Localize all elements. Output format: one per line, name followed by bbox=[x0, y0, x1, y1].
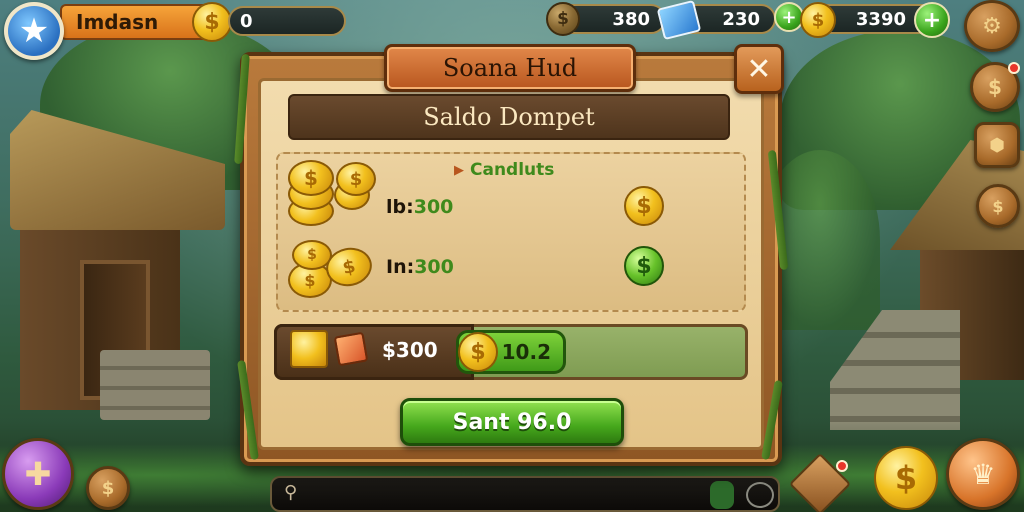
coin-glyph: $ bbox=[470, 339, 486, 365]
plus-glyph: + bbox=[781, 6, 797, 28]
row-2-amount: In:300 bbox=[386, 256, 454, 278]
notification-badge bbox=[836, 460, 848, 472]
gold-coin-icon: $ bbox=[800, 2, 836, 38]
settings-gear-icon[interactable]: ⚙ bbox=[964, 0, 1020, 52]
row-1-coin-button[interactable]: $ bbox=[624, 186, 664, 226]
dialog-subtitle-bar: Saldo Dompet bbox=[288, 94, 730, 140]
chat-settings-icon[interactable] bbox=[746, 482, 774, 508]
dialog-title: Soana Hud bbox=[442, 54, 578, 82]
player-name: Imdasn bbox=[76, 10, 159, 34]
close-button[interactable]: ✕ bbox=[734, 44, 784, 94]
notification-badge bbox=[1008, 62, 1020, 74]
quest-coin-button[interactable]: $ bbox=[976, 184, 1020, 228]
coin-glyph: $ bbox=[988, 75, 1002, 99]
row-2-value: 300 bbox=[414, 256, 454, 278]
coin-glyph: $ bbox=[811, 9, 825, 31]
player-name-plate[interactable]: Imdasn bbox=[60, 4, 210, 40]
chat-bar[interactable]: ⚲ bbox=[270, 476, 780, 512]
bronze-coin-icon: $ bbox=[546, 2, 580, 36]
add-gold-button[interactable]: + bbox=[914, 2, 950, 38]
coin-count: 0 bbox=[240, 10, 253, 32]
row-2-label: In: bbox=[386, 256, 415, 278]
coin-glyph: $ bbox=[340, 255, 358, 279]
total-value: 10.2 bbox=[501, 340, 551, 364]
coin-glyph: $ bbox=[636, 253, 652, 279]
close-icon: ✕ bbox=[746, 51, 772, 87]
map-icon[interactable]: ✚ bbox=[2, 438, 74, 510]
stone-steps-left bbox=[100, 350, 210, 420]
coin-glyph: $ bbox=[636, 193, 652, 219]
profile-star-icon[interactable]: ★ bbox=[4, 2, 64, 60]
coin-glyph: $ bbox=[307, 247, 317, 263]
row-1-value: 300 bbox=[413, 196, 454, 218]
big-coin-button[interactable]: $ bbox=[874, 446, 938, 510]
row-2-coin-button[interactable]: $ bbox=[624, 246, 664, 286]
section-label: Candluts bbox=[470, 160, 555, 180]
attack-icon[interactable]: ♛ bbox=[946, 438, 1020, 510]
chat-pin-icon: ⚲ bbox=[284, 482, 298, 503]
background-spacer bbox=[0, 0, 210, 420]
section-header: ▶ Candluts bbox=[454, 160, 554, 180]
coin-glyph: $ bbox=[101, 477, 115, 499]
row-1-label: lb: bbox=[386, 196, 414, 218]
row-1-amount: lb:300 bbox=[386, 196, 453, 218]
coin-glyph: $ bbox=[992, 196, 1004, 216]
chat-status-icon bbox=[710, 481, 734, 509]
coin-glyph: $ bbox=[304, 166, 318, 190]
coin-glyph: $ bbox=[894, 459, 918, 497]
coin-glyph: $ bbox=[349, 168, 363, 190]
dialog-subtitle: Saldo Dompet bbox=[423, 103, 595, 131]
coin-stack-icon: $ bbox=[288, 160, 334, 196]
plus-glyph: + bbox=[922, 7, 942, 33]
confirm-label: Sant 96.0 bbox=[452, 409, 572, 435]
resource3-value: 3390 bbox=[855, 8, 906, 30]
triangle-icon: ▶ bbox=[454, 162, 464, 178]
confirm-send-button[interactable]: Sant 96.0 bbox=[400, 398, 624, 446]
shield-icon[interactable]: ⬢ bbox=[974, 122, 1020, 168]
coin-glyph: $ bbox=[557, 9, 569, 29]
resource1-value: 380 bbox=[612, 8, 650, 30]
bottom-coin-button[interactable]: $ bbox=[86, 466, 130, 510]
total-coin-icon: $ bbox=[458, 332, 498, 372]
dialog-title-banner: Soana Hud bbox=[384, 44, 636, 92]
gold-bars-icon bbox=[290, 330, 328, 368]
total-price: $300 bbox=[382, 338, 438, 362]
star-glyph: ★ bbox=[18, 11, 50, 51]
coin-glyph: $ bbox=[304, 270, 316, 290]
coin-icon: $ bbox=[192, 2, 232, 42]
hut-roof bbox=[10, 110, 225, 230]
gift-icon bbox=[333, 331, 369, 367]
resource2-value: 230 bbox=[722, 8, 760, 30]
coin-counter: 0 bbox=[228, 6, 346, 36]
coin-glyph: $ bbox=[204, 9, 220, 35]
coin-stack-icon: $ bbox=[336, 162, 376, 196]
